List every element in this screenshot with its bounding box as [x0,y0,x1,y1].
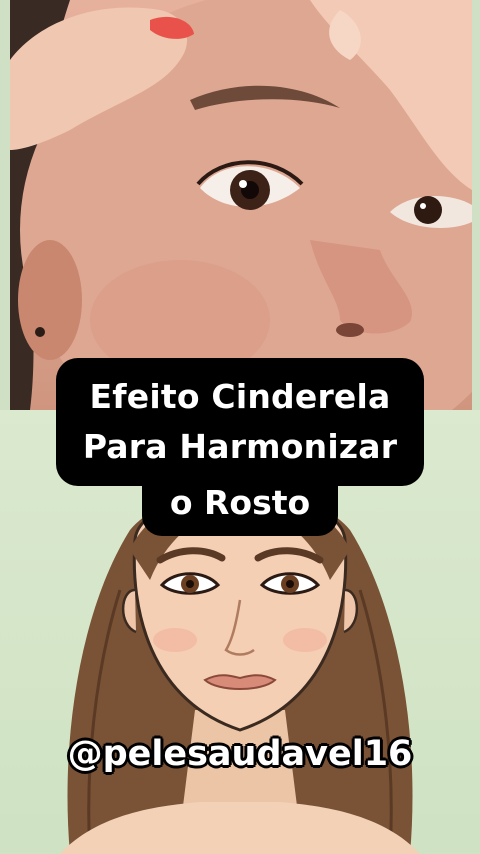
account-handle: @pelesaudavel16 [67,734,413,774]
video-frame: Efeito Cinderela Para Harmonizar o Rosto… [0,0,480,854]
face-closeup-photo [10,0,472,410]
caption-line-1: Efeito Cinderela [89,377,391,416]
caption-bubble: Efeito Cinderela Para Harmonizar [56,358,424,486]
caption-line-2: Para Harmonizar [82,427,398,466]
caption-line-3: o Rosto [169,483,311,522]
